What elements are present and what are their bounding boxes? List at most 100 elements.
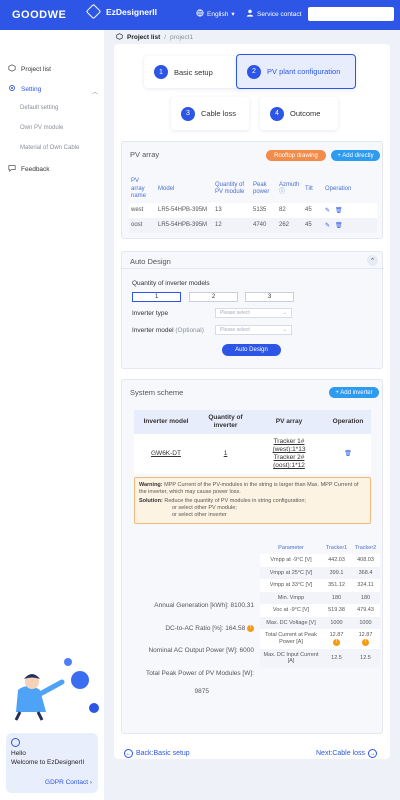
edit-icon[interactable]: ✎ bbox=[325, 223, 330, 229]
sidebar-item-project-list[interactable]: Project list bbox=[8, 64, 51, 74]
stat-value: 6000 bbox=[239, 647, 254, 654]
warning-text: MPP Current of the PV-modules in the str… bbox=[139, 482, 359, 495]
brand-name: EzDesignerII bbox=[106, 6, 158, 17]
cell-model: LR5-54HPB-395M bbox=[158, 222, 208, 228]
param-name: Vmpp at 33°C [V] bbox=[260, 579, 322, 592]
sidebar: Project list Setting ︿ Default setting O… bbox=[0, 30, 104, 800]
auto-design-button[interactable]: Auto Design bbox=[222, 344, 281, 356]
quantity-option-2[interactable]: 2 bbox=[189, 292, 238, 302]
nominal-ac-output: Nominal AC Output Power [W]: 6000 bbox=[128, 647, 254, 654]
delete-icon[interactable]: 🗑 bbox=[335, 208, 343, 214]
column-header: PV array name bbox=[131, 178, 147, 199]
system-scheme-title: System scheme bbox=[130, 388, 184, 397]
service-contact-label: Service contact bbox=[257, 10, 302, 18]
language-selector[interactable]: English ▾ bbox=[196, 9, 235, 19]
table-row: Max. DC Input Current [A] 12.5 12.5 bbox=[260, 648, 380, 668]
column-header: Quantity of inverter bbox=[198, 410, 253, 434]
add-inverter-button[interactable]: + Add inverter bbox=[329, 387, 379, 398]
cell-operation: ✎ 🗑 bbox=[323, 203, 377, 218]
warning-badge-icon[interactable]: ! bbox=[333, 638, 340, 646]
chevron-up-icon[interactable]: ︿ bbox=[92, 87, 98, 96]
inverter-model-label: Inverter model (Optional) bbox=[132, 327, 204, 334]
select-placeholder: Please select bbox=[220, 327, 250, 333]
stat-label: Annual Generation [kWh]: bbox=[154, 602, 229, 609]
gear-icon bbox=[8, 84, 16, 94]
param-value: 324.11 bbox=[351, 579, 380, 592]
table-row: Vmpp at 33°C [V] 351.12 324.11 bbox=[260, 579, 380, 592]
param-value: 351.12 bbox=[322, 579, 351, 592]
inverter-type-select[interactable]: Please select ⌄ bbox=[215, 308, 292, 318]
back-basic-setup-link[interactable]: ← Back:Basic setup bbox=[124, 749, 190, 758]
param-value: 12.87 bbox=[329, 632, 344, 638]
next-cable-loss-link[interactable]: Next:Cable loss → bbox=[316, 749, 378, 758]
pv-array-assignment[interactable]: Tracker 1# (west):1*13 Tracker 2# (oost)… bbox=[253, 434, 325, 474]
auto-design-card: Auto Design ⌃ Quantity of inverter model… bbox=[121, 251, 384, 369]
delete-icon[interactable]: 🗑 bbox=[335, 223, 343, 229]
service-contact[interactable]: Service contact bbox=[246, 9, 301, 19]
param-name: Voc at -9°C [V] bbox=[260, 604, 322, 617]
param-value: 408.03 bbox=[351, 554, 380, 567]
inverter-qty-link[interactable]: 1 bbox=[198, 434, 253, 474]
inverter-model-select[interactable]: Please select ⌄ bbox=[215, 325, 292, 335]
pv-array-table: PV array name Model Quantity of PV modul… bbox=[129, 176, 377, 233]
top-header: GOODWE EzDesignerII English ▾ Service co… bbox=[0, 0, 400, 30]
smile-icon bbox=[11, 738, 20, 747]
sidebar-item-default-setting[interactable]: Default setting bbox=[20, 105, 58, 111]
param-value-cell: 12.87! bbox=[351, 629, 380, 649]
feedback-icon bbox=[8, 164, 16, 174]
hello-subtitle: Welcome to EzDesignerII bbox=[11, 759, 85, 766]
column-header: Model bbox=[158, 185, 175, 192]
solution-text: or select other inverter bbox=[172, 512, 227, 518]
azimuth-header-label: Azmuth bbox=[279, 181, 300, 188]
collapse-chevron-icon[interactable]: ⌃ bbox=[367, 255, 378, 266]
delete-icon[interactable]: 🗑 bbox=[344, 451, 352, 457]
step-label: Outcome bbox=[290, 109, 321, 118]
column-header: Tracker2 bbox=[354, 545, 377, 551]
gdpr-contact-link[interactable]: GDPR Contact › bbox=[45, 779, 92, 786]
sidebar-item-feedback[interactable]: Feedback bbox=[8, 164, 50, 174]
pv-array-card: PV array Rooftop drawing + Add directly … bbox=[121, 141, 383, 239]
breadcrumb-sep: / bbox=[164, 34, 167, 41]
column-header: Parameter bbox=[278, 545, 304, 551]
add-directly-button[interactable]: + Add directly bbox=[331, 150, 380, 161]
solution-text: Reduce the quantity of PV modules in str… bbox=[164, 498, 306, 504]
param-value: 12.5 bbox=[351, 648, 380, 668]
sidebar-item-label: Feedback bbox=[21, 165, 50, 173]
header-search-input[interactable] bbox=[308, 7, 394, 21]
quantity-option-3[interactable]: 3 bbox=[245, 292, 294, 302]
rooftop-drawing-button[interactable]: Rooftop drawing bbox=[266, 150, 326, 161]
stat-label: Total Peak Power of PV Modules [W]: bbox=[145, 670, 254, 677]
sidebar-item-setting[interactable]: Setting bbox=[8, 84, 41, 94]
param-name: Max. DC Voltage [V] bbox=[260, 616, 322, 629]
stat-label: DC-to-AC Ratio [%]: bbox=[165, 625, 224, 633]
column-header: Quantity of PV module bbox=[215, 181, 245, 196]
total-peak-power-value: 9875 bbox=[194, 688, 209, 695]
quantity-option-1[interactable]: 1 bbox=[132, 292, 181, 302]
chevron-down-icon: ⌄ bbox=[282, 310, 287, 316]
edit-icon[interactable]: ✎ bbox=[325, 208, 330, 214]
auto-design-header: Auto Design ⌃ bbox=[122, 252, 384, 269]
caret-down-icon: ▾ bbox=[231, 11, 235, 18]
back-label: Back:Basic setup bbox=[136, 750, 190, 757]
step-number: 1 bbox=[154, 65, 168, 79]
warning-badge-icon[interactable]: ! bbox=[247, 625, 254, 632]
sidebar-item-label: Setting bbox=[21, 85, 42, 93]
cell-name: west bbox=[131, 207, 144, 213]
param-value: 12.5 bbox=[322, 648, 351, 668]
tracker-config: (west):1*13 bbox=[272, 446, 306, 453]
step-basic-setup[interactable]: 1 Basic setup bbox=[144, 56, 242, 88]
column-header: Tilt bbox=[305, 185, 313, 192]
table-row: Min. Vmpp 180 180 bbox=[260, 591, 380, 604]
table-row: Voc at -9°C [V] 519.38 479.43 bbox=[260, 604, 380, 617]
step-outcome[interactable]: 4 Outcome bbox=[260, 97, 338, 130]
breadcrumb-root[interactable]: Project list bbox=[127, 34, 160, 41]
column-header: Peak power bbox=[253, 181, 270, 196]
sidebar-item-own-cable[interactable]: Material of Own Cable bbox=[20, 145, 79, 151]
step-pv-plant-configuration[interactable]: 2 PV plant configuration bbox=[236, 54, 356, 89]
warning-badge-icon[interactable]: ! bbox=[362, 638, 369, 646]
step-cable-loss[interactable]: 3 Cable loss bbox=[171, 97, 249, 130]
system-scheme-card: System scheme + Add inverter Inverter mo… bbox=[121, 379, 383, 734]
param-name: Vmpp at -9°C [V] bbox=[260, 554, 322, 567]
sidebar-item-own-pv-module[interactable]: Own PV module bbox=[20, 125, 63, 131]
inverter-model-link[interactable]: GW6K-DT bbox=[134, 434, 198, 474]
